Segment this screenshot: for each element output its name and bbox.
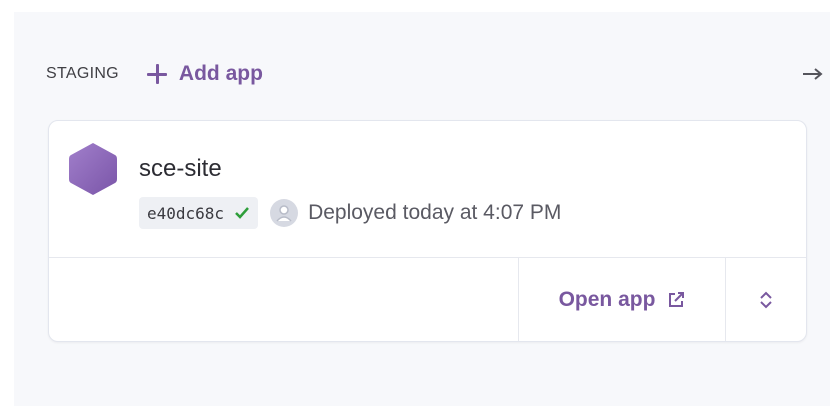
add-app-button[interactable]: Add app [146, 62, 263, 86]
app-card: sce-site e40dc68c Deployed today at 4:07… [48, 120, 807, 342]
avatar-icon [270, 199, 299, 227]
commit-chip[interactable]: e40dc68c [139, 197, 259, 229]
commit-hash: e40dc68c [147, 203, 225, 223]
deploy-status: Deployed today at 4:07 PM [308, 201, 562, 224]
arrow-right-icon[interactable] [802, 66, 824, 82]
add-app-label: Add app [178, 62, 263, 85]
open-app-label: Open app [558, 287, 656, 311]
stage-header: STAGING Add app [46, 54, 263, 94]
stage-label: STAGING [46, 65, 119, 82]
external-link-icon [669, 291, 685, 307]
hexagon-app-icon [69, 143, 117, 195]
app-menu-button[interactable] [726, 258, 806, 341]
chevron-up-down-icon [760, 291, 772, 308]
open-app-button[interactable]: Open app [519, 258, 725, 341]
card-footer: Open app [49, 258, 806, 341]
check-icon [235, 207, 249, 219]
plus-icon [146, 64, 167, 84]
app-name-link[interactable]: sce-site [139, 155, 222, 183]
deploy-meta: e40dc68c Deployed today at 4:07 PM [139, 197, 561, 229]
